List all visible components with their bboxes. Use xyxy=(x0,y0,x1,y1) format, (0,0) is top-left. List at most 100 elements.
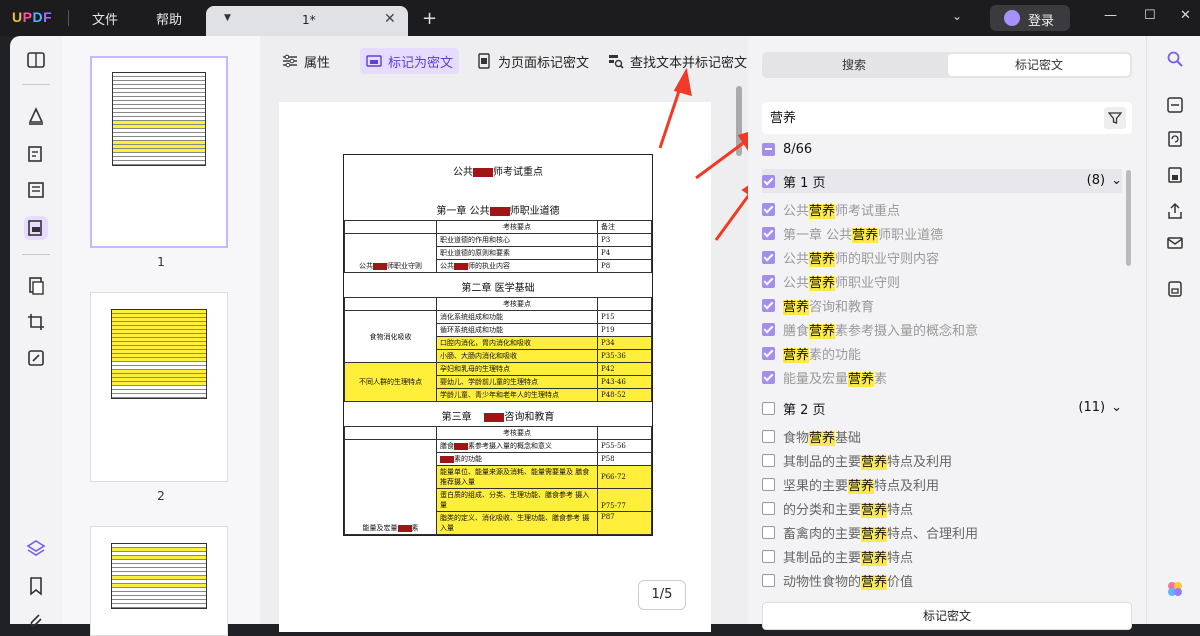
result-checkbox[interactable] xyxy=(762,298,775,312)
result-checkbox[interactable] xyxy=(762,573,775,587)
page-indicator[interactable]: 1/5 xyxy=(638,580,686,610)
ocr-icon[interactable] xyxy=(1164,94,1186,116)
group-checkbox[interactable] xyxy=(762,401,775,415)
search-result-item[interactable]: 公共营养师的职业守则内容 xyxy=(762,246,1122,268)
edit-pdf-icon[interactable] xyxy=(24,142,48,166)
mark-redaction-submit-button[interactable]: 标记密文 xyxy=(762,602,1132,630)
result-checkbox[interactable] xyxy=(762,453,775,467)
thumbnail-page-number: 2 xyxy=(157,489,165,503)
thumbnail-page-2[interactable] xyxy=(90,292,228,482)
result-checkbox[interactable] xyxy=(762,370,775,384)
sliders-icon xyxy=(283,54,297,68)
search-result-item[interactable]: 公共营养师职业守则 xyxy=(762,270,1122,292)
search-result-item[interactable]: 营养素的功能 xyxy=(762,342,1122,364)
redaction-box[interactable] xyxy=(484,413,505,422)
result-checkbox[interactable] xyxy=(762,250,775,264)
convert-file-icon[interactable] xyxy=(1164,128,1186,150)
search-result-item[interactable]: 食物营养基础 xyxy=(762,425,1122,447)
document-tab[interactable]: ▼ 1* ✕ xyxy=(206,6,408,36)
email-icon[interactable] xyxy=(1164,232,1186,254)
redaction-box[interactable] xyxy=(454,262,468,270)
mark-redaction-button[interactable]: 标记为密文 xyxy=(360,48,460,74)
pdf-page[interactable]: 公共 师考试重点 第一章 公共 师职业道德 考核要点 备注 公共 师职业守则 职业道德的作… xyxy=(279,102,711,632)
redaction-box[interactable] xyxy=(397,524,412,532)
mark-page-redaction-button[interactable]: 为页面标记密文 xyxy=(470,48,595,74)
chevron-down-icon[interactable]: ⌄ xyxy=(1111,400,1122,415)
result-checkbox[interactable] xyxy=(762,477,775,491)
ai-assistant-icon[interactable] xyxy=(1164,578,1186,600)
convert-icon[interactable] xyxy=(24,346,48,370)
redaction-box[interactable] xyxy=(473,168,493,177)
chevron-down-icon[interactable]: ⌄ xyxy=(1111,173,1122,188)
close-window-button[interactable]: ✕ xyxy=(1180,8,1191,23)
redaction-panel: 搜索 标记密文 8/66 第 1 页 (8) ⌄ 公共营养师考试重点第一章 公共营… xyxy=(748,36,1146,630)
result-checkbox[interactable] xyxy=(762,525,775,539)
crop-icon[interactable] xyxy=(24,310,48,334)
match-highlight: 营养 xyxy=(848,478,875,494)
menu-help[interactable]: 帮助 xyxy=(156,9,182,28)
share-icon[interactable] xyxy=(1164,200,1186,222)
group-count: (8) xyxy=(1086,173,1106,188)
search-result-item[interactable]: 畜禽肉的主要营养特点、合理利用 xyxy=(762,521,1122,543)
search-result-item[interactable]: 其制品的主要营养特点及利用 xyxy=(762,449,1122,471)
redaction-box[interactable] xyxy=(454,442,468,450)
select-all-checkbox[interactable] xyxy=(762,143,775,156)
login-button[interactable]: 登录 xyxy=(990,5,1070,31)
result-checkbox[interactable] xyxy=(762,274,775,288)
tab-search[interactable]: 搜索 xyxy=(762,52,946,78)
new-tab-button[interactable]: + xyxy=(422,8,437,29)
reader-icon[interactable] xyxy=(24,48,48,72)
search-result-item[interactable]: 坚果的主要营养特点及利用 xyxy=(762,473,1122,495)
thumbnail-page-3[interactable] xyxy=(90,526,228,636)
chevron-down-icon[interactable]: ⌄ xyxy=(952,9,962,23)
comment-icon[interactable] xyxy=(24,104,48,128)
updf-logo: UPDF xyxy=(12,9,53,25)
tab-dropdown-icon[interactable]: ▼ xyxy=(224,13,231,23)
search-icon[interactable] xyxy=(1164,48,1186,70)
maximize-button[interactable]: ☐ xyxy=(1144,8,1156,23)
search-result-item[interactable]: 动物性食物的营养价值 xyxy=(762,569,1122,591)
minimize-button[interactable]: — xyxy=(1104,8,1117,23)
search-result-item[interactable]: 其制品的主要营养特点 xyxy=(762,545,1122,567)
match-highlight: 营养 xyxy=(861,526,888,542)
redaction-box[interactable] xyxy=(440,455,454,463)
properties-label: 属性 xyxy=(304,55,331,71)
result-checkbox[interactable] xyxy=(762,501,775,515)
properties-button[interactable]: 属性 xyxy=(276,48,336,74)
find-and-mark-button[interactable]: 查找文本并标记密文 xyxy=(602,48,753,74)
document-scrollbar[interactable] xyxy=(736,86,742,156)
search-result-item[interactable]: 的分类和主要营养特点 xyxy=(762,497,1122,519)
protect-icon[interactable] xyxy=(1164,164,1186,186)
result-checkbox[interactable] xyxy=(762,346,775,360)
search-result-item[interactable]: 能量及宏量营养素 xyxy=(762,366,1122,388)
result-checkbox[interactable] xyxy=(762,226,775,240)
attachment-icon[interactable] xyxy=(24,608,48,632)
redaction-box[interactable] xyxy=(373,262,387,270)
search-result-item[interactable]: 膳食营养素参考摄入量的概念和意 xyxy=(762,318,1122,340)
filter-icon[interactable] xyxy=(1104,107,1126,129)
result-checkbox[interactable] xyxy=(762,322,775,336)
search-result-item[interactable]: 第一章 公共营养师职业道德 xyxy=(762,222,1122,244)
thumbnail-page-1[interactable] xyxy=(90,56,228,248)
result-checkbox[interactable] xyxy=(762,429,775,443)
redaction-box[interactable] xyxy=(489,207,510,216)
search-input[interactable] xyxy=(770,109,1090,124)
page-group-2[interactable]: 第 2 页 (11) ⌄ xyxy=(762,396,1122,420)
form-icon[interactable] xyxy=(24,178,48,202)
tab-close-icon[interactable]: ✕ xyxy=(384,11,396,27)
redact-tool-icon[interactable] xyxy=(24,216,48,240)
organize-pages-icon[interactable] xyxy=(24,274,48,298)
bookmark-icon[interactable] xyxy=(24,574,48,598)
search-result-item[interactable]: 营养咨询和教育 xyxy=(762,294,1122,316)
group-checkbox[interactable] xyxy=(762,174,775,188)
result-checkbox[interactable] xyxy=(762,202,775,216)
layers-icon[interactable] xyxy=(24,536,48,560)
results-scrollbar[interactable] xyxy=(1126,170,1131,266)
save-icon[interactable] xyxy=(1164,278,1186,300)
result-checkbox[interactable] xyxy=(762,549,775,563)
menu-file[interactable]: 文件 xyxy=(92,9,118,28)
tab-redact[interactable]: 标记密文 xyxy=(948,54,1130,76)
page-group-1[interactable]: 第 1 页 (8) ⌄ xyxy=(762,169,1122,193)
search-result-item[interactable]: 公共营养师考试重点 xyxy=(762,198,1122,220)
avatar-icon xyxy=(1004,10,1020,26)
